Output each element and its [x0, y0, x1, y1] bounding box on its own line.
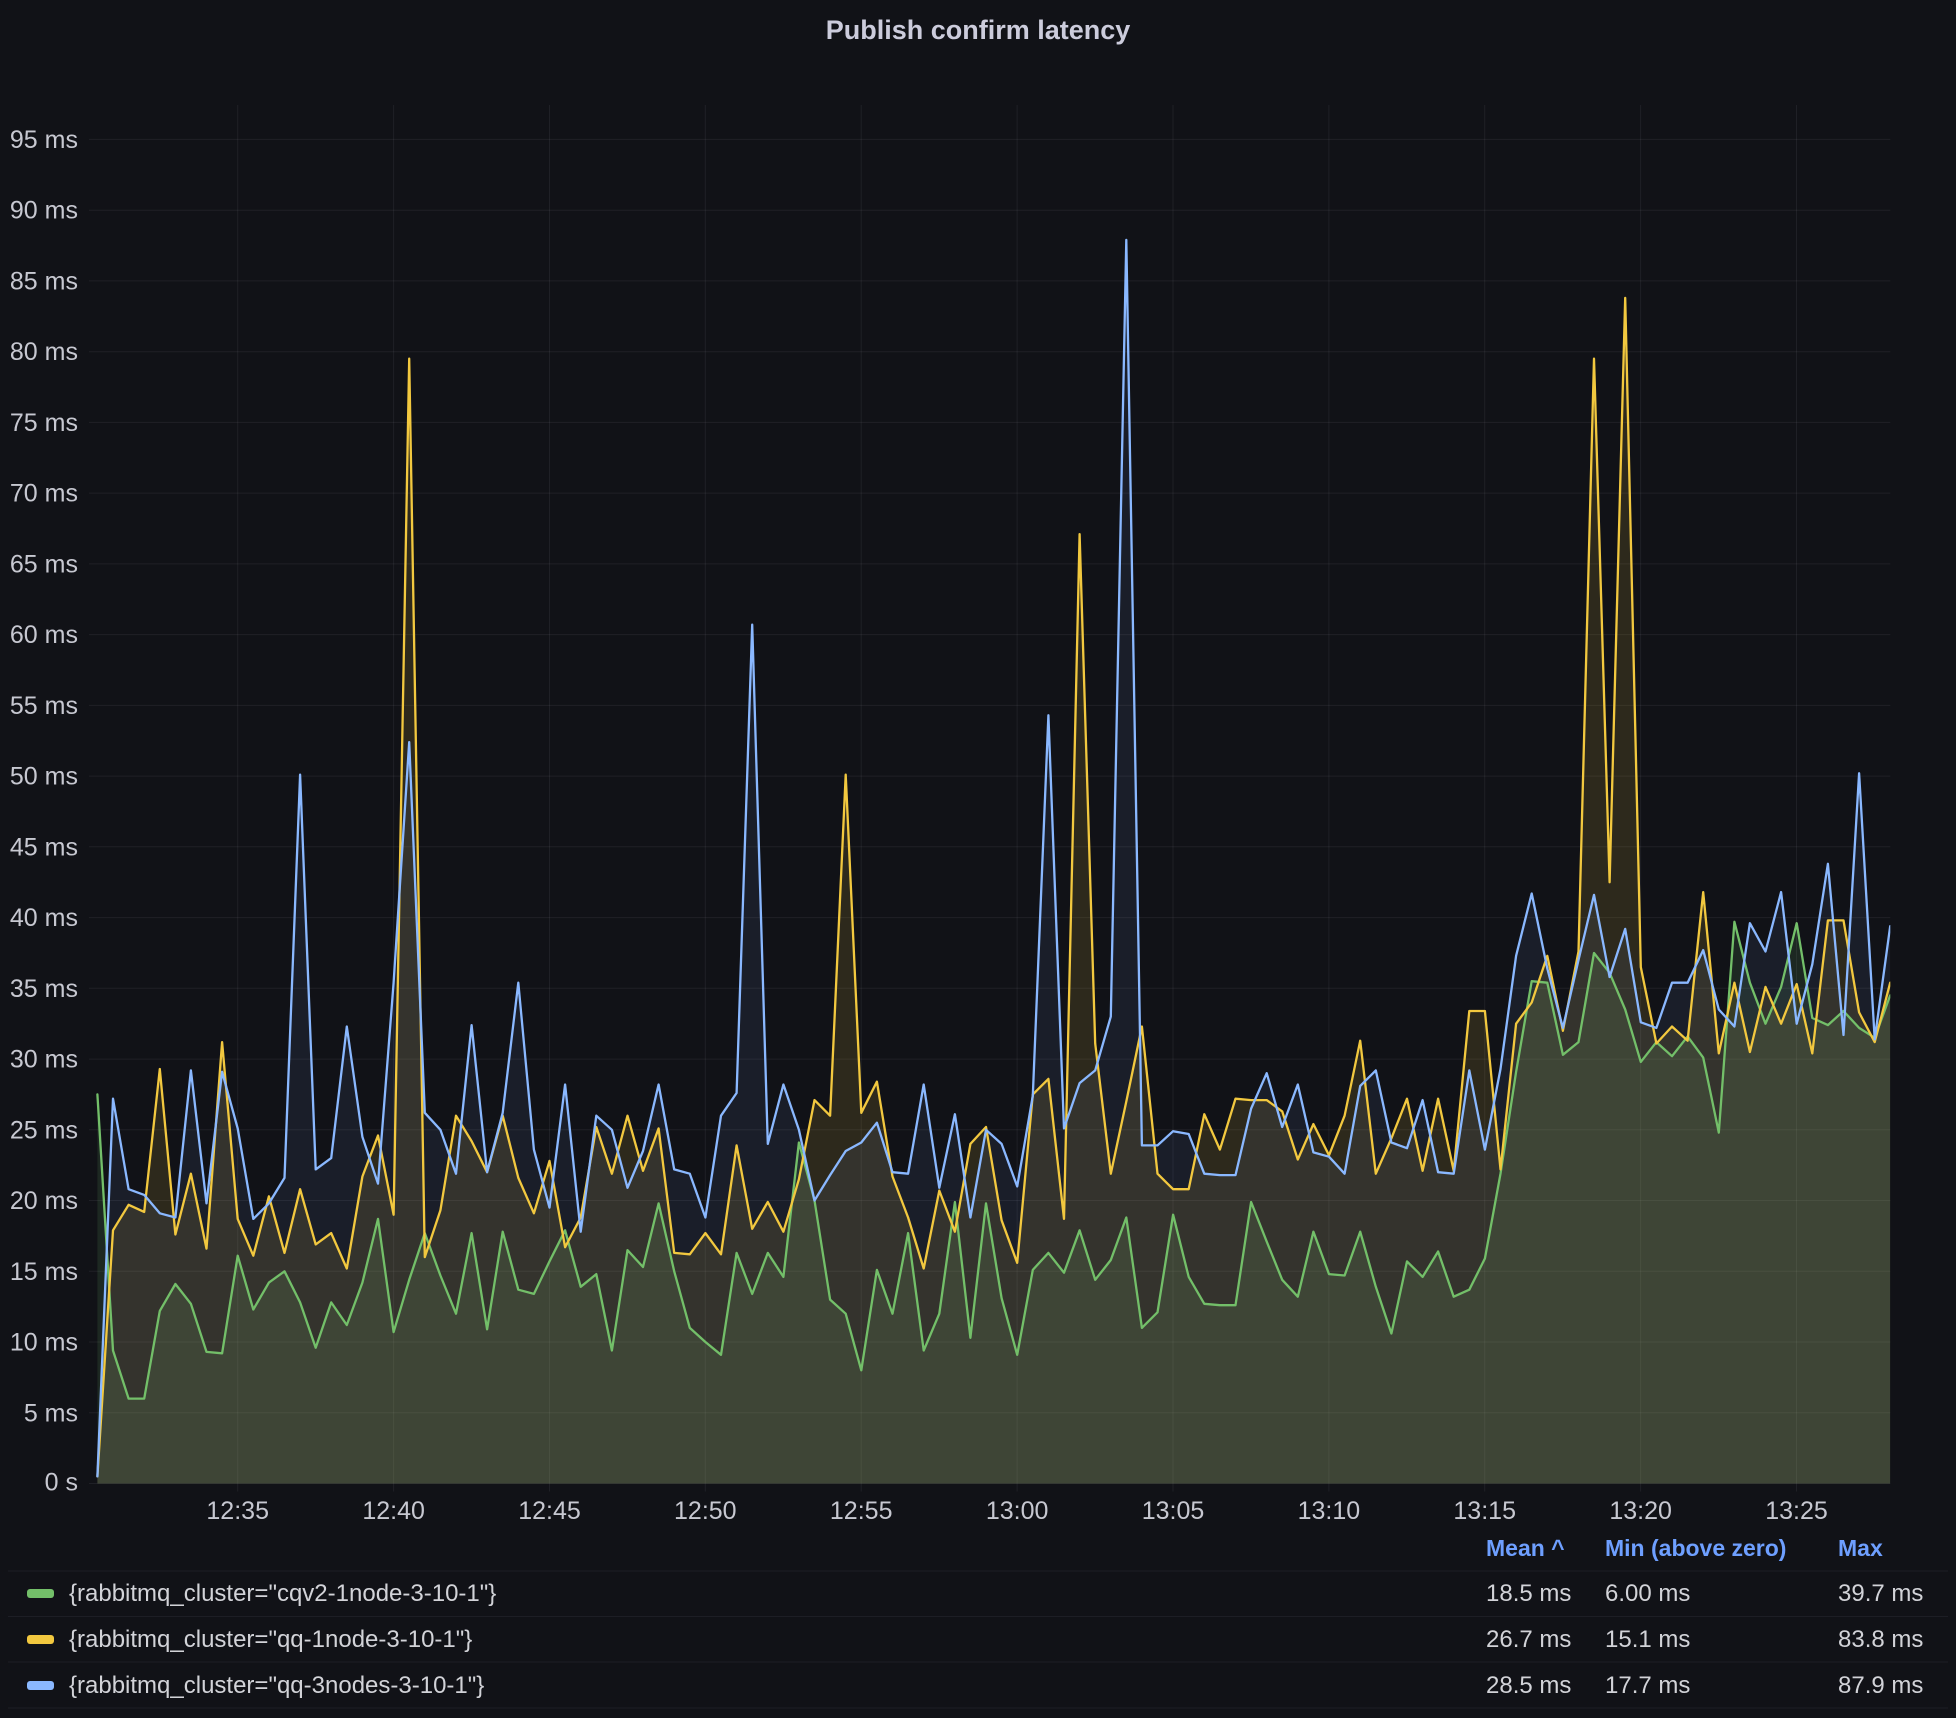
svg-text:12:50: 12:50	[674, 1497, 737, 1525]
svg-text:18.5 ms: 18.5 ms	[1486, 1580, 1571, 1607]
svg-text:30 ms: 30 ms	[10, 1046, 78, 1074]
svg-text:13:10: 13:10	[1298, 1497, 1361, 1525]
svg-text:13:15: 13:15	[1453, 1497, 1516, 1525]
svg-text:12:40: 12:40	[362, 1497, 425, 1525]
svg-text:87.9 ms: 87.9 ms	[1838, 1672, 1923, 1699]
svg-text:15 ms: 15 ms	[10, 1258, 78, 1286]
svg-text:13:00: 13:00	[986, 1497, 1049, 1525]
svg-text:26.7 ms: 26.7 ms	[1486, 1626, 1571, 1653]
svg-text:{rabbitmq_cluster="qq-3nodes-3: {rabbitmq_cluster="qq-3nodes-3-10-1"}	[69, 1672, 484, 1699]
svg-text:35 ms: 35 ms	[10, 975, 78, 1003]
svg-text:6.00 ms: 6.00 ms	[1605, 1580, 1690, 1607]
svg-text:0 s: 0 s	[45, 1469, 78, 1497]
svg-text:45 ms: 45 ms	[10, 833, 78, 861]
svg-text:{rabbitmq_cluster="qq-1node-3-: {rabbitmq_cluster="qq-1node-3-10-1"}	[69, 1626, 472, 1653]
svg-text:75 ms: 75 ms	[10, 409, 78, 437]
svg-text:{rabbitmq_cluster="cqv2-1node-: {rabbitmq_cluster="cqv2-1node-3-10-1"}	[69, 1580, 496, 1607]
svg-text:70 ms: 70 ms	[10, 480, 78, 508]
svg-text:13:20: 13:20	[1609, 1497, 1672, 1525]
svg-text:40 ms: 40 ms	[10, 904, 78, 932]
svg-text:85 ms: 85 ms	[10, 267, 78, 295]
svg-text:60 ms: 60 ms	[10, 621, 78, 649]
svg-text:95 ms: 95 ms	[10, 126, 78, 154]
svg-text:17.7 ms: 17.7 ms	[1605, 1672, 1690, 1699]
svg-text:90 ms: 90 ms	[10, 197, 78, 225]
svg-text:12:55: 12:55	[830, 1497, 893, 1525]
svg-text:25 ms: 25 ms	[10, 1116, 78, 1144]
svg-text:13:05: 13:05	[1142, 1497, 1205, 1525]
svg-text:50 ms: 50 ms	[10, 763, 78, 791]
svg-text:Max: Max	[1838, 1535, 1883, 1561]
svg-text:20 ms: 20 ms	[10, 1187, 78, 1215]
svg-text:28.5 ms: 28.5 ms	[1486, 1672, 1571, 1699]
svg-text:12:45: 12:45	[518, 1497, 581, 1525]
svg-text:13:25: 13:25	[1765, 1497, 1828, 1525]
svg-text:Min (above zero): Min (above zero)	[1605, 1535, 1786, 1561]
svg-text:80 ms: 80 ms	[10, 338, 78, 366]
svg-text:10 ms: 10 ms	[10, 1329, 78, 1357]
svg-text:12:35: 12:35	[206, 1497, 269, 1525]
svg-text:5 ms: 5 ms	[24, 1399, 78, 1427]
svg-text:Mean ^: Mean ^	[1486, 1535, 1565, 1561]
svg-text:15.1 ms: 15.1 ms	[1605, 1626, 1690, 1653]
svg-text:39.7 ms: 39.7 ms	[1838, 1580, 1923, 1607]
svg-text:55 ms: 55 ms	[10, 692, 78, 720]
svg-text:65 ms: 65 ms	[10, 550, 78, 578]
svg-text:83.8 ms: 83.8 ms	[1838, 1626, 1923, 1653]
svg-text:Publish confirm latency: Publish confirm latency	[826, 15, 1131, 45]
